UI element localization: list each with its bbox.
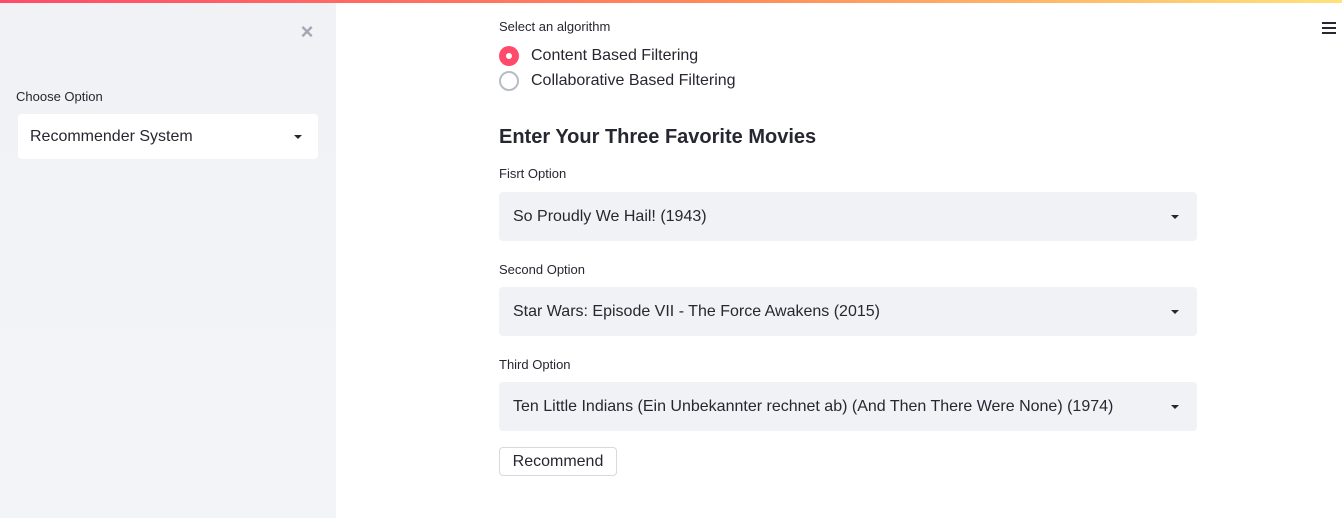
page-select[interactable]: Recommender System	[18, 114, 318, 159]
caret-down-icon	[294, 134, 302, 139]
first-option-label: Fisrt Option	[499, 166, 567, 181]
caret-down-icon	[1171, 404, 1179, 409]
third-movie-value: Ten Little Indians (Ein Unbekannter rech…	[513, 397, 1114, 415]
caret-down-icon	[1171, 214, 1179, 219]
radio-collaborative-based[interactable]: Collaborative Based Filtering	[499, 71, 736, 91]
close-sidebar-icon[interactable]: ×	[297, 21, 317, 43]
third-movie-select[interactable]: Ten Little Indians (Ein Unbekannter rech…	[499, 382, 1197, 431]
caret-down-icon	[1171, 309, 1179, 314]
radio-unselected-icon	[499, 71, 519, 91]
sidebar: × Choose Option Recommender System	[0, 3, 336, 518]
radio-selected-icon	[499, 46, 519, 66]
first-movie-value: So Proudly We Hail! (1943)	[513, 207, 707, 225]
hamburger-menu-icon[interactable]	[1322, 22, 1336, 37]
second-movie-select[interactable]: Star Wars: Episode VII - The Force Awake…	[499, 287, 1197, 336]
third-option-label: Third Option	[499, 357, 571, 372]
choose-option-label: Choose Option	[16, 89, 103, 104]
page-select-value: Recommender System	[30, 127, 193, 145]
section-heading: Enter Your Three Favorite Movies	[499, 126, 817, 148]
radio-content-based[interactable]: Content Based Filtering	[499, 46, 698, 66]
radio-label: Content Based Filtering	[531, 47, 699, 64]
first-movie-select[interactable]: So Proudly We Hail! (1943)	[499, 192, 1197, 241]
second-movie-value: Star Wars: Episode VII - The Force Awake…	[513, 302, 880, 320]
radio-label: Collaborative Based Filtering	[531, 72, 736, 89]
second-option-label: Second Option	[499, 262, 586, 277]
algorithm-label: Select an algorithm	[499, 19, 611, 34]
recommend-button[interactable]: Recommend	[499, 447, 617, 476]
